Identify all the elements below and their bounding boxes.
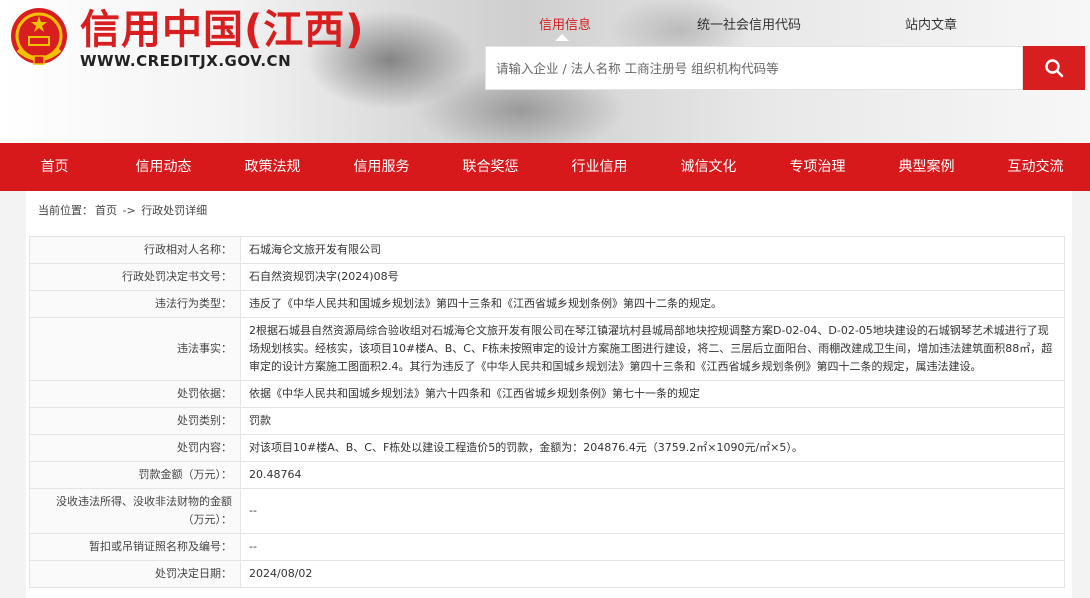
table-row: 暂扣或吊销证照名称及编号： -- — [29, 533, 1065, 561]
table-row: 处罚内容： 对该项目10#楼A、B、C、F栋处以建设工程造价5的罚款，金额为：2… — [29, 434, 1065, 462]
search-input[interactable] — [485, 46, 1023, 90]
site-title: 信用中国(江西) — [80, 7, 365, 53]
nav-home[interactable]: 首页 — [0, 143, 109, 191]
table-row: 没收违法所得、没收非法财物的金额（万元）： -- — [29, 488, 1065, 534]
row-label: 违法行为类型： — [29, 290, 241, 318]
nav-integrity-culture[interactable]: 诚信文化 — [654, 143, 763, 191]
nav-special-governance[interactable]: 专项治理 — [763, 143, 872, 191]
site-url: WWW.CREDITJX.GOV.CN — [80, 52, 292, 70]
penalty-detail-table: 行政相对人名称： 石城海仑文旅开发有限公司 行政处罚决定书文号： 石自然资规罚决… — [29, 236, 1065, 588]
table-row: 处罚类别： 罚款 — [29, 407, 1065, 435]
nav-industry-credit[interactable]: 行业信用 — [545, 143, 654, 191]
search-icon — [1045, 59, 1064, 78]
row-label: 处罚内容： — [29, 434, 241, 462]
row-value: 罚款 — [240, 407, 1065, 435]
row-label: 处罚决定日期： — [29, 560, 241, 588]
nav-policies[interactable]: 政策法规 — [218, 143, 327, 191]
tab-credit-info[interactable]: 信用信息 — [539, 14, 591, 33]
main-nav: 首页 信用动态 政策法规 信用服务 联合奖惩 行业信用 诚信文化 专项治理 典型… — [0, 143, 1090, 191]
row-label: 处罚依据： — [29, 380, 241, 408]
row-value: -- — [240, 488, 1065, 534]
row-label: 行政处罚决定书文号： — [29, 263, 241, 291]
row-label: 罚款金额（万元）： — [29, 461, 241, 489]
breadcrumb: 当前位置： 首页 -> 行政处罚详细 — [38, 202, 209, 218]
row-value: 2024/08/02 — [240, 560, 1065, 588]
table-row: 处罚决定日期： 2024/08/02 — [29, 560, 1065, 588]
row-value: 石自然资规罚决字(2024)08号 — [240, 263, 1065, 291]
row-label: 暂扣或吊销证照名称及编号： — [29, 533, 241, 561]
breadcrumb-current: 行政处罚详细 — [141, 204, 208, 217]
row-label: 违法事实： — [29, 317, 241, 381]
row-value: -- — [240, 533, 1065, 561]
row-label: 没收违法所得、没收非法财物的金额（万元）： — [29, 488, 241, 534]
row-value: 2根据石城县自然资源局综合验收组对石城海仑文旅开发有限公司在琴江镇濯坑村县城局部… — [240, 317, 1065, 381]
row-label: 处罚类别： — [29, 407, 241, 435]
breadcrumb-prefix: 当前位置： — [38, 204, 93, 217]
breadcrumb-separator: -> — [122, 204, 136, 217]
row-value: 石城海仑文旅开发有限公司 — [240, 236, 1065, 264]
row-value: 20.48764 — [240, 461, 1065, 489]
row-label: 行政相对人名称： — [29, 236, 241, 264]
nav-interaction[interactable]: 互动交流 — [981, 143, 1090, 191]
table-row: 违法行为类型： 违反了《中华人民共和国城乡规划法》第四十三条和《江西省城乡规划条… — [29, 290, 1065, 318]
row-value: 依据《中华人民共和国城乡规划法》第六十四条和《江西省城乡规划条例》第七十一条的规… — [240, 380, 1065, 408]
nav-credit-services[interactable]: 信用服务 — [327, 143, 436, 191]
nav-credit-news[interactable]: 信用动态 — [109, 143, 218, 191]
national-emblem-icon — [11, 8, 67, 65]
table-row: 违法事实： 2根据石城县自然资源局综合验收组对石城海仑文旅开发有限公司在琴江镇濯… — [29, 317, 1065, 381]
tab-unified-credit-code[interactable]: 统一社会信用代码 — [697, 14, 801, 33]
nav-joint-rewards[interactable]: 联合奖惩 — [436, 143, 545, 191]
search-button[interactable] — [1023, 46, 1085, 90]
table-row: 罚款金额（万元）： 20.48764 — [29, 461, 1065, 489]
table-row: 行政处罚决定书文号： 石自然资规罚决字(2024)08号 — [29, 263, 1065, 291]
nav-typical-cases[interactable]: 典型案例 — [872, 143, 981, 191]
tab-site-articles[interactable]: 站内文章 — [905, 14, 957, 33]
table-row: 行政相对人名称： 石城海仑文旅开发有限公司 — [29, 236, 1065, 264]
row-value: 对该项目10#楼A、B、C、F栋处以建设工程造价5的罚款，金额为：204876.… — [240, 434, 1065, 462]
breadcrumb-home-link[interactable]: 首页 — [95, 204, 117, 217]
row-value: 违反了《中华人民共和国城乡规划法》第四十三条和《江西省城乡规划条例》第四十二条的… — [240, 290, 1065, 318]
search-tabs: 信用信息 统一社会信用代码 站内文章 — [485, 6, 1089, 41]
active-tab-caret — [555, 34, 569, 41]
site-header: 信用中国(江西) WWW.CREDITJX.GOV.CN 信用信息 统一社会信用… — [0, 0, 1090, 143]
content-panel: 当前位置： 首页 -> 行政处罚详细 行政相对人名称： 石城海仑文旅开发有限公司 … — [26, 191, 1072, 598]
table-row: 处罚依据： 依据《中华人民共和国城乡规划法》第六十四条和《江西省城乡规划条例》第… — [29, 380, 1065, 408]
